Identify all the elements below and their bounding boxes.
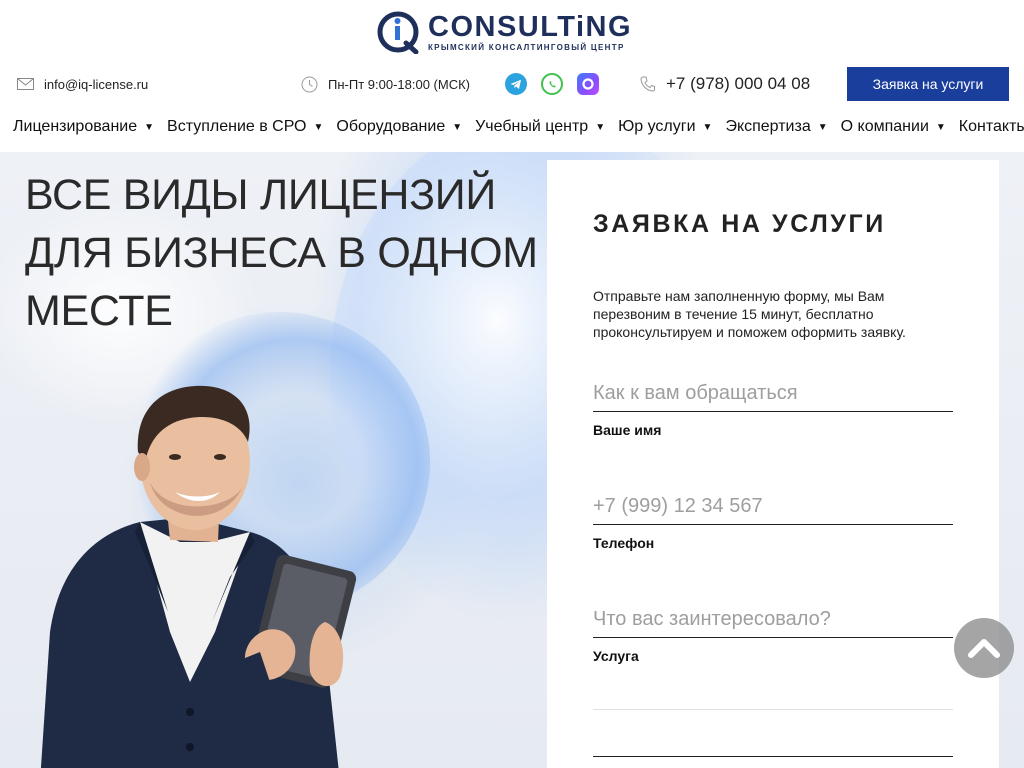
nav-item-label[interactable]: Учебный центр	[475, 118, 588, 136]
chevron-up-icon	[968, 639, 1000, 658]
clock-icon	[300, 75, 318, 93]
name-label: Ваше имя	[593, 422, 662, 438]
nav-item-training-center[interactable]: Учебный центр ▼	[475, 118, 605, 136]
nav-item-contacts[interactable]: Контакты	[959, 118, 1024, 136]
phone-field: Телефон	[593, 489, 953, 551]
site-logo[interactable]: CONSULTiNG Крымский консалтинговый центр	[376, 10, 656, 55]
email-text[interactable]: info@iq-license.ru	[44, 77, 148, 92]
request-services-button[interactable]: Заявка на услуги	[847, 67, 1009, 101]
nav-item-label[interactable]: Экспертиза	[725, 118, 810, 136]
form-title: Заявка на услуги	[593, 210, 886, 238]
phone-contact[interactable]: +7 (978) 000 04 08	[638, 66, 810, 102]
nav-item-label[interactable]: Юр услуги	[618, 118, 695, 136]
nav-item-about[interactable]: О компании ▼	[841, 118, 946, 136]
mail-icon	[16, 75, 34, 93]
divider	[593, 709, 953, 710]
phone-input[interactable]	[593, 489, 953, 525]
caret-down-icon: ▼	[144, 121, 155, 133]
logo-title: CONSULTiNG	[428, 10, 633, 43]
extra-input-underline[interactable]	[593, 756, 953, 757]
nav-item-licensing[interactable]: Лицензирование ▼	[13, 118, 154, 136]
iq-logo-icon	[376, 10, 422, 55]
phone-icon	[638, 75, 656, 93]
phone-label: Телефон	[593, 535, 655, 551]
request-form: Заявка на услуги Отправьте нам заполненн…	[547, 160, 999, 768]
logo-subtitle: Крымский консалтинговый центр	[428, 42, 625, 52]
service-input[interactable]	[593, 602, 953, 638]
hero-title: Все виды лицензий для бизнеса в одном ме…	[25, 171, 538, 335]
nav-item-label[interactable]: Контакты	[959, 118, 1024, 136]
caret-down-icon: ▼	[452, 121, 463, 133]
form-description: Отправьте нам заполненную форму, мы Вам …	[593, 288, 906, 340]
hours-text: Пн-Пт 9:00-18:00 (МСК)	[328, 76, 470, 92]
social-links	[505, 66, 599, 102]
nav-item-sro[interactable]: Вступление в СРО ▼	[167, 118, 323, 136]
nav-item-legal-services[interactable]: Юр услуги ▼	[618, 118, 712, 136]
name-field: Ваше имя	[593, 376, 953, 438]
nav-item-expertise[interactable]: Экспертиза ▼	[725, 118, 827, 136]
caret-down-icon: ▼	[702, 121, 713, 133]
service-label: Услуга	[593, 648, 639, 664]
nav-item-label[interactable]: О компании	[841, 118, 929, 136]
main-navigation: Лицензирование ▼ Вступление в СРО ▼ Оборуд…	[13, 112, 1024, 142]
phone-text[interactable]: +7 (978) 000 04 08	[666, 74, 810, 94]
name-input[interactable]	[593, 376, 953, 412]
nav-item-equipment[interactable]: Оборудование ▼	[336, 118, 462, 136]
nav-item-label[interactable]: Оборудование	[336, 118, 445, 136]
working-hours: Пн-Пт 9:00-18:00 (МСК)	[300, 66, 470, 102]
whatsapp-icon[interactable]	[541, 73, 563, 95]
caret-down-icon: ▼	[595, 121, 606, 133]
telegram-icon[interactable]	[505, 73, 527, 95]
hero-section: Все виды лицензий для бизнеса в одном ме…	[0, 152, 1024, 768]
email-contact[interactable]: info@iq-license.ru	[16, 66, 148, 102]
service-field: Услуга	[593, 602, 953, 664]
caret-down-icon: ▼	[817, 121, 828, 133]
nav-item-label[interactable]: Вступление в СРО	[167, 118, 306, 136]
max-messenger-icon[interactable]	[577, 73, 599, 95]
scroll-to-top-button[interactable]	[954, 618, 1014, 678]
caret-down-icon: ▼	[935, 121, 946, 133]
caret-down-icon: ▼	[313, 121, 324, 133]
businessman-with-tablet-image	[40, 382, 400, 768]
nav-item-label[interactable]: Лицензирование	[13, 118, 137, 136]
